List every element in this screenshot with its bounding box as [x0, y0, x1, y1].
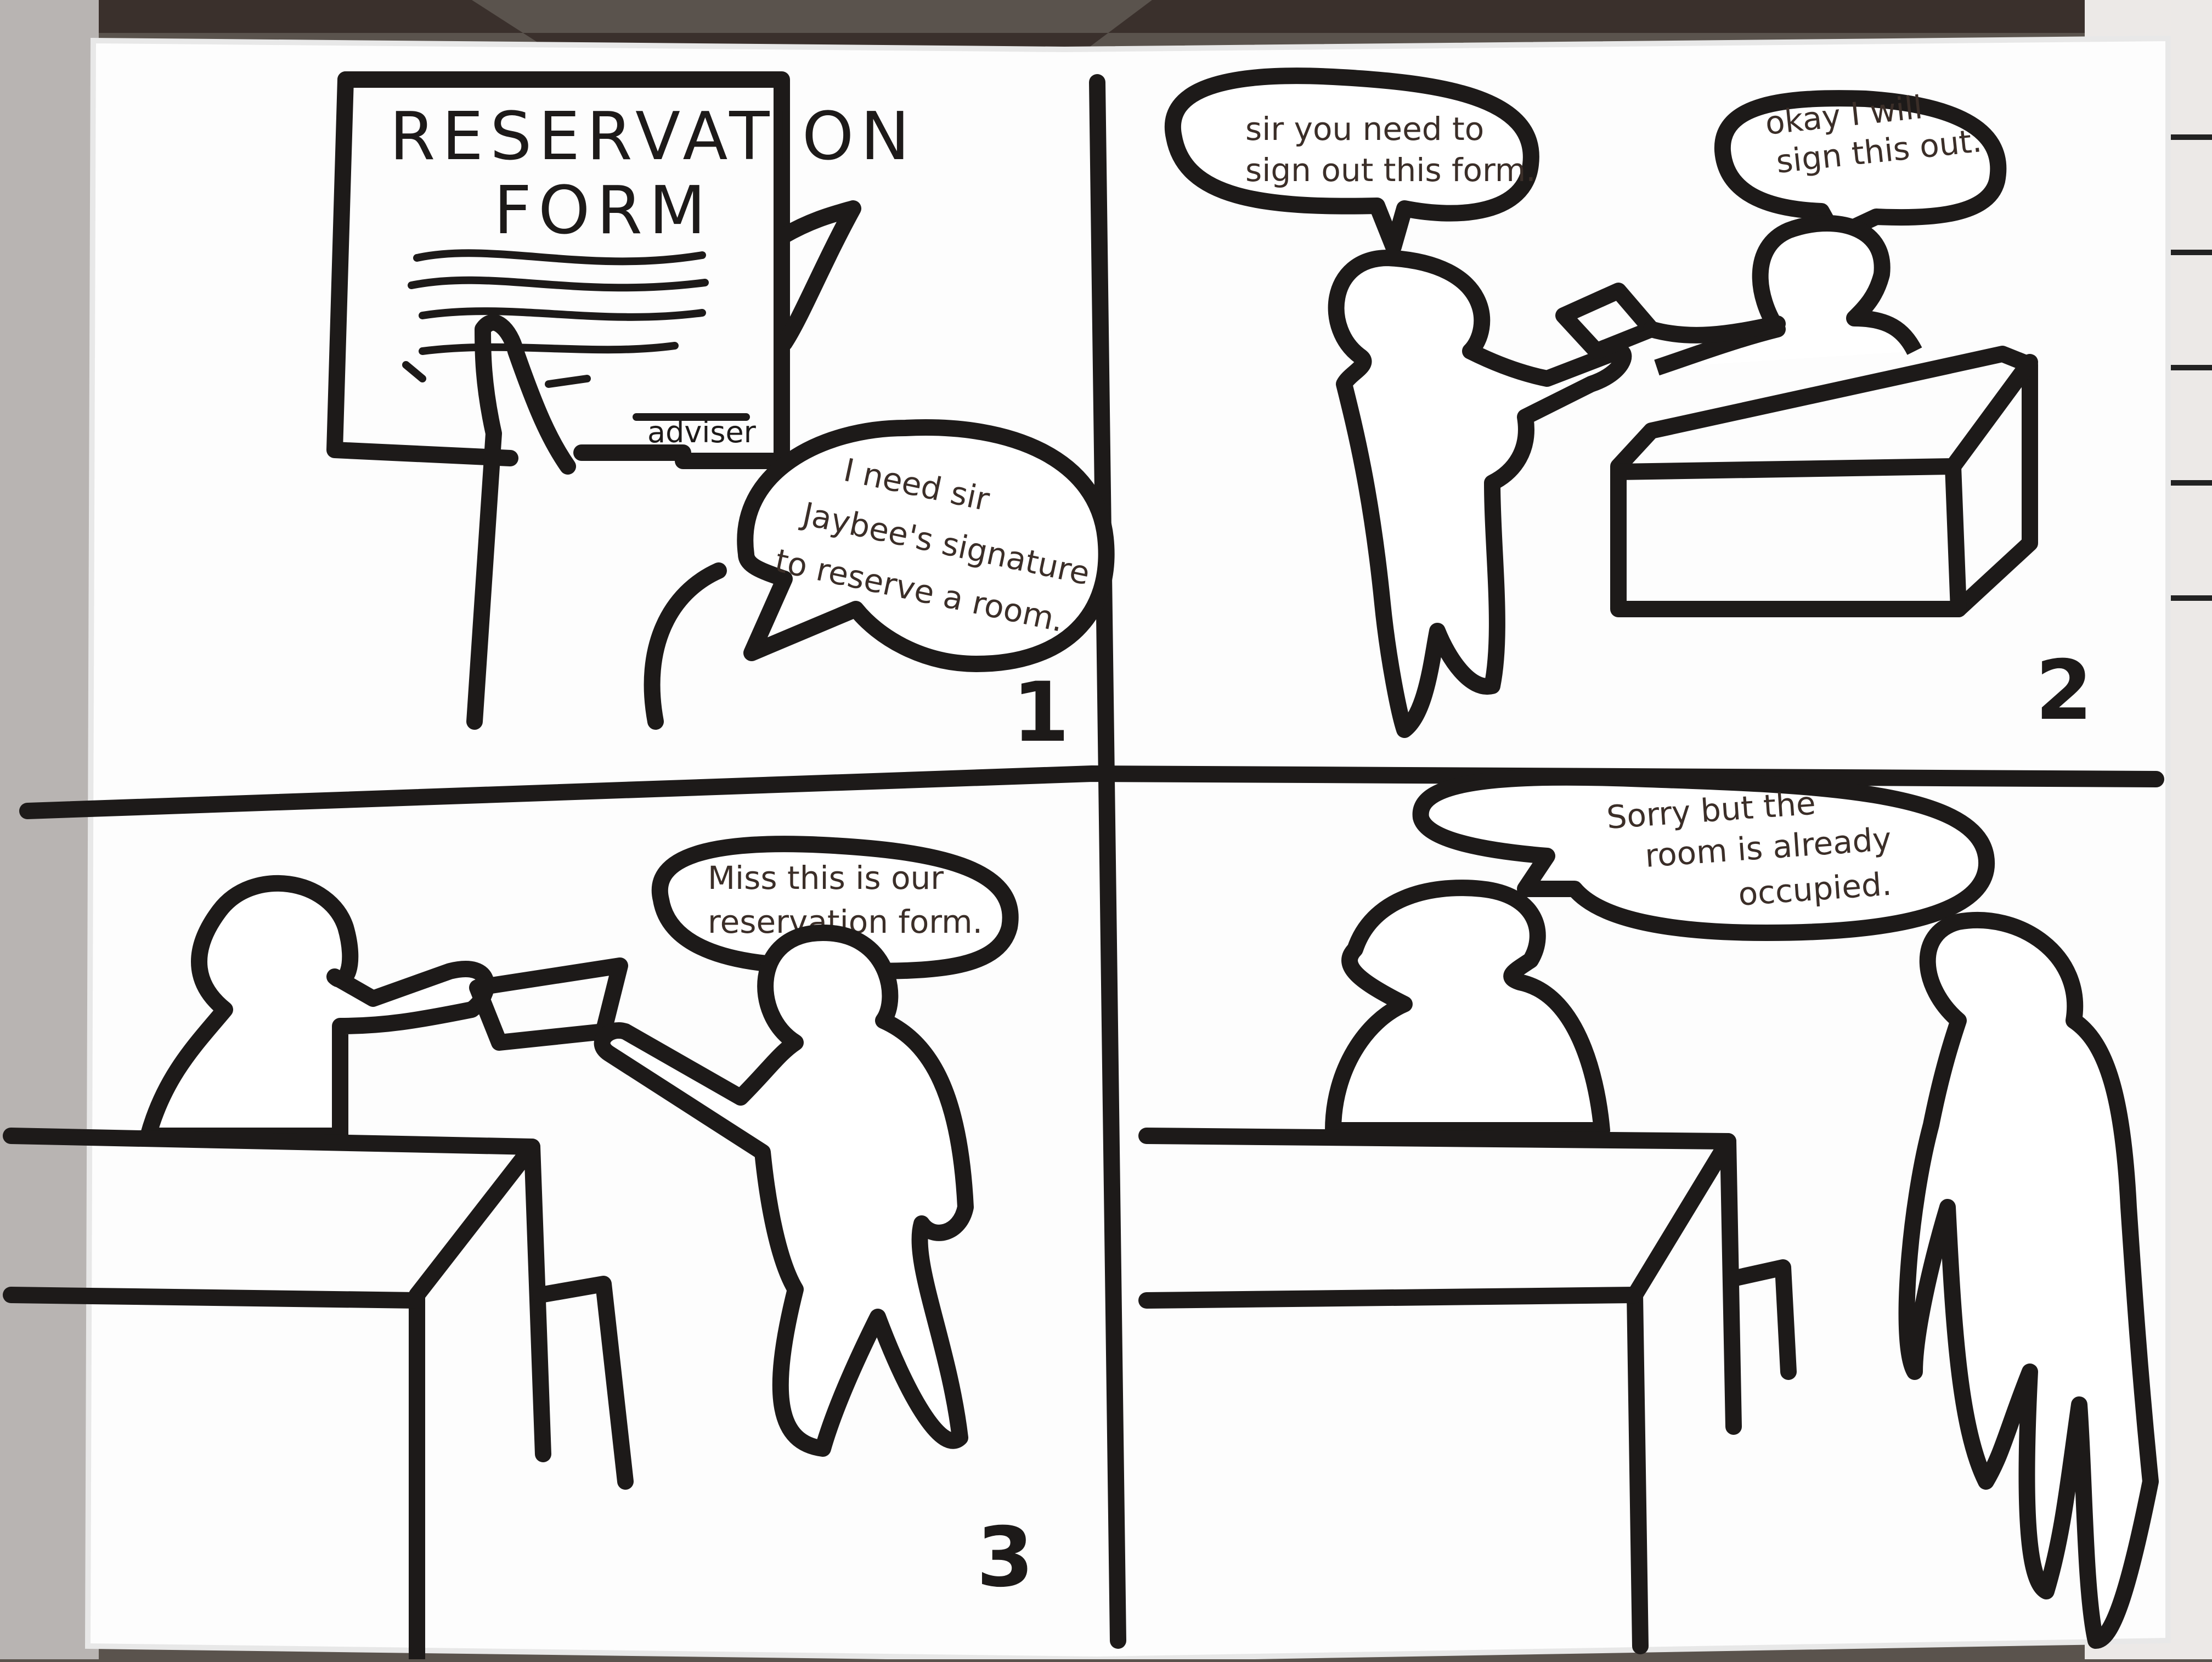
- panel-number-1: 1: [1012, 665, 1069, 760]
- speech-panel-2-left-line-2: sign out this form.: [1245, 151, 1536, 189]
- comic-drawing: RESERVATION FORM adviser I need sir Jayb…: [0, 0, 2212, 1662]
- desk-front-panel-3: [3, 1287, 425, 1309]
- panel-number-3: 3: [977, 1510, 1034, 1605]
- speech-panel-3-line-1: Miss this is our: [708, 859, 944, 897]
- speech-panel-2-left-line-1: sir you need to: [1245, 110, 1484, 148]
- form-title-line-2: FORM: [494, 173, 712, 249]
- panel-number-2: 2: [2035, 643, 2092, 739]
- left-backdrop: [0, 0, 99, 1659]
- form-line: [545, 375, 591, 388]
- form-signer-label: adviser: [647, 415, 757, 449]
- desk-edge-panel-2: [1945, 458, 1967, 617]
- desk-front-panel-4: [1138, 1287, 1643, 1309]
- form-line: [419, 342, 679, 355]
- form-title-line-1: RESERVATION: [390, 99, 916, 175]
- comic-photo: RESERVATION FORM adviser I need sir Jayb…: [0, 0, 2212, 1662]
